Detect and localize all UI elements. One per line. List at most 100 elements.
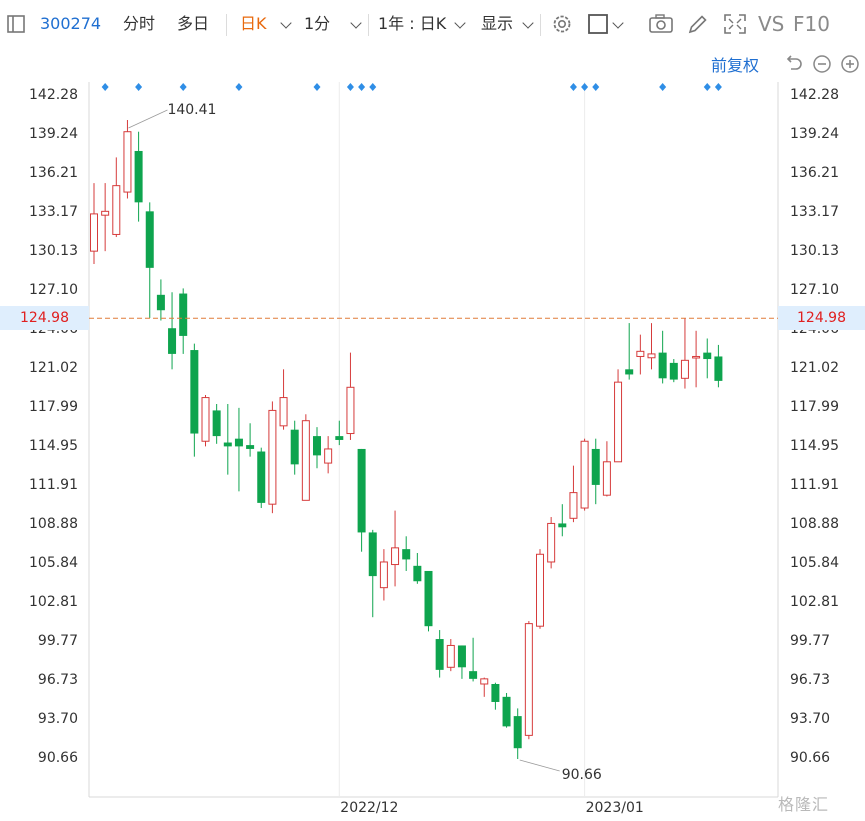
candle-body-up[interactable] <box>112 185 121 235</box>
y-tick-label-right: 130.13 <box>790 243 839 260</box>
candle-body-up[interactable] <box>379 561 388 589</box>
max-price-label: 140.41 <box>167 102 216 118</box>
x-date-label: 2022/12 <box>340 800 399 816</box>
candle-body-down[interactable] <box>357 448 366 533</box>
candle-body-up[interactable] <box>279 397 288 427</box>
candle-body-up[interactable] <box>324 448 333 464</box>
candle-body-down[interactable] <box>134 150 143 203</box>
candle-body-down[interactable] <box>658 352 667 379</box>
event-diamond-icon[interactable] <box>135 83 143 91</box>
candle-body-down[interactable] <box>313 436 321 456</box>
candle-body-up[interactable] <box>569 492 578 519</box>
candle-body-down[interactable] <box>424 570 433 627</box>
candle-body-down[interactable] <box>402 549 411 560</box>
candle-body-up[interactable] <box>301 420 310 501</box>
candle-body-up[interactable] <box>647 353 656 359</box>
event-diamond-icon[interactable] <box>369 83 377 91</box>
candle-body-up[interactable] <box>614 381 623 463</box>
candle-body-up[interactable] <box>201 397 210 442</box>
event-diamond-icon[interactable] <box>313 83 321 91</box>
y-tick-label-left: 121.02 <box>29 360 78 377</box>
y-tick-label-left: 108.88 <box>29 515 78 532</box>
candle-body-down[interactable] <box>457 645 466 668</box>
event-diamond-icon[interactable] <box>101 83 109 91</box>
y-tick-label-right: 105.84 <box>790 555 839 572</box>
event-diamond-icon[interactable] <box>714 83 722 91</box>
watermark-logo: 格隆汇 <box>778 795 830 814</box>
y-tick-label-left: 105.84 <box>29 555 78 572</box>
y-tick-label-left: 117.99 <box>29 398 78 415</box>
candle-body-down[interactable] <box>703 352 712 360</box>
candle-body-up[interactable] <box>524 623 533 736</box>
candle-body-down[interactable] <box>257 451 266 503</box>
candle-body-down[interactable] <box>491 683 500 702</box>
y-tick-label-left: 142.28 <box>29 87 78 103</box>
candle-body-down[interactable] <box>234 438 243 447</box>
candlestick-chart[interactable]: 140.41 90.66 <box>0 0 865 821</box>
y-tick-label-left: 102.81 <box>29 593 78 610</box>
y-tick-label-left: 99.77 <box>37 632 78 649</box>
candle-body-up[interactable] <box>446 644 455 668</box>
y-tick-label-right: 121.02 <box>790 360 839 377</box>
candle-body-down[interactable] <box>513 716 522 749</box>
candle-body-up[interactable] <box>636 350 645 357</box>
candle-body-down[interactable] <box>625 369 634 375</box>
candle-body-down[interactable] <box>591 448 600 485</box>
y-tick-label-right: 142.28 <box>790 87 839 103</box>
candle-body-down[interactable] <box>714 356 723 381</box>
candle-body-up[interactable] <box>580 440 589 509</box>
y-tick-label-left: 139.24 <box>29 126 78 143</box>
candle-body-up[interactable] <box>101 210 110 216</box>
candle-body-up[interactable] <box>692 355 701 359</box>
candle-body-down[interactable] <box>469 671 478 679</box>
event-diamond-icon[interactable] <box>346 83 354 91</box>
event-diamond-icon[interactable] <box>235 83 243 91</box>
y-tick-label-left: 111.91 <box>29 477 78 494</box>
y-tick-label-right: 127.10 <box>790 281 839 298</box>
min-price-label: 90.66 <box>562 767 602 783</box>
candle-body-down[interactable] <box>669 362 678 380</box>
x-date-label: 2023/01 <box>585 800 644 816</box>
y-tick-label-left: 133.17 <box>29 204 78 220</box>
candle-body-down[interactable] <box>558 523 567 528</box>
event-diamond-icon[interactable] <box>659 83 667 91</box>
candle-body-up[interactable] <box>268 409 277 505</box>
candle-body-down[interactable] <box>212 410 221 437</box>
y-tick-label-right: 102.81 <box>790 593 839 610</box>
candle-body-down[interactable] <box>145 211 154 268</box>
y-tick-label-right: 133.17 <box>790 204 839 220</box>
event-diamond-icon[interactable] <box>358 83 366 91</box>
candle-body-down[interactable] <box>246 445 255 449</box>
candle-body-up[interactable] <box>346 386 355 435</box>
candle-body-down[interactable] <box>435 639 444 670</box>
y-tick-label-left: 114.95 <box>29 438 78 455</box>
candle-body-down[interactable] <box>156 294 165 311</box>
candle-body-down[interactable] <box>413 565 422 582</box>
event-diamond-icon[interactable] <box>592 83 600 91</box>
event-diamond-icon[interactable] <box>569 83 577 91</box>
y-tick-label-left: 93.70 <box>37 710 78 727</box>
y-tick-label-right: 96.73 <box>790 672 831 689</box>
candle-body-up[interactable] <box>680 359 689 379</box>
candle-body-up[interactable] <box>90 213 98 252</box>
candle-body-down[interactable] <box>290 429 299 465</box>
event-diamond-icon[interactable] <box>179 83 187 91</box>
candle-body-down[interactable] <box>190 350 199 434</box>
candle-body-down[interactable] <box>502 696 511 727</box>
candle-body-up[interactable] <box>391 547 400 566</box>
y-tick-label-right: 93.70 <box>790 710 831 727</box>
candle-body-down[interactable] <box>168 328 177 354</box>
event-diamond-icon[interactable] <box>581 83 589 91</box>
y-tick-label-left: 90.66 <box>37 750 78 766</box>
candle-body-up[interactable] <box>602 461 611 496</box>
candle-body-up[interactable] <box>123 131 132 193</box>
candle-body-down[interactable] <box>368 532 377 577</box>
candle-body-up[interactable] <box>536 553 544 627</box>
y-tick-label-right: 90.66 <box>790 750 831 766</box>
candle-body-down[interactable] <box>223 442 232 447</box>
event-diamond-icon[interactable] <box>703 83 711 91</box>
candle-body-up[interactable] <box>480 678 489 685</box>
candle-body-up[interactable] <box>547 522 556 563</box>
candle-body-down[interactable] <box>335 436 344 440</box>
candle-body-down[interactable] <box>179 293 188 336</box>
